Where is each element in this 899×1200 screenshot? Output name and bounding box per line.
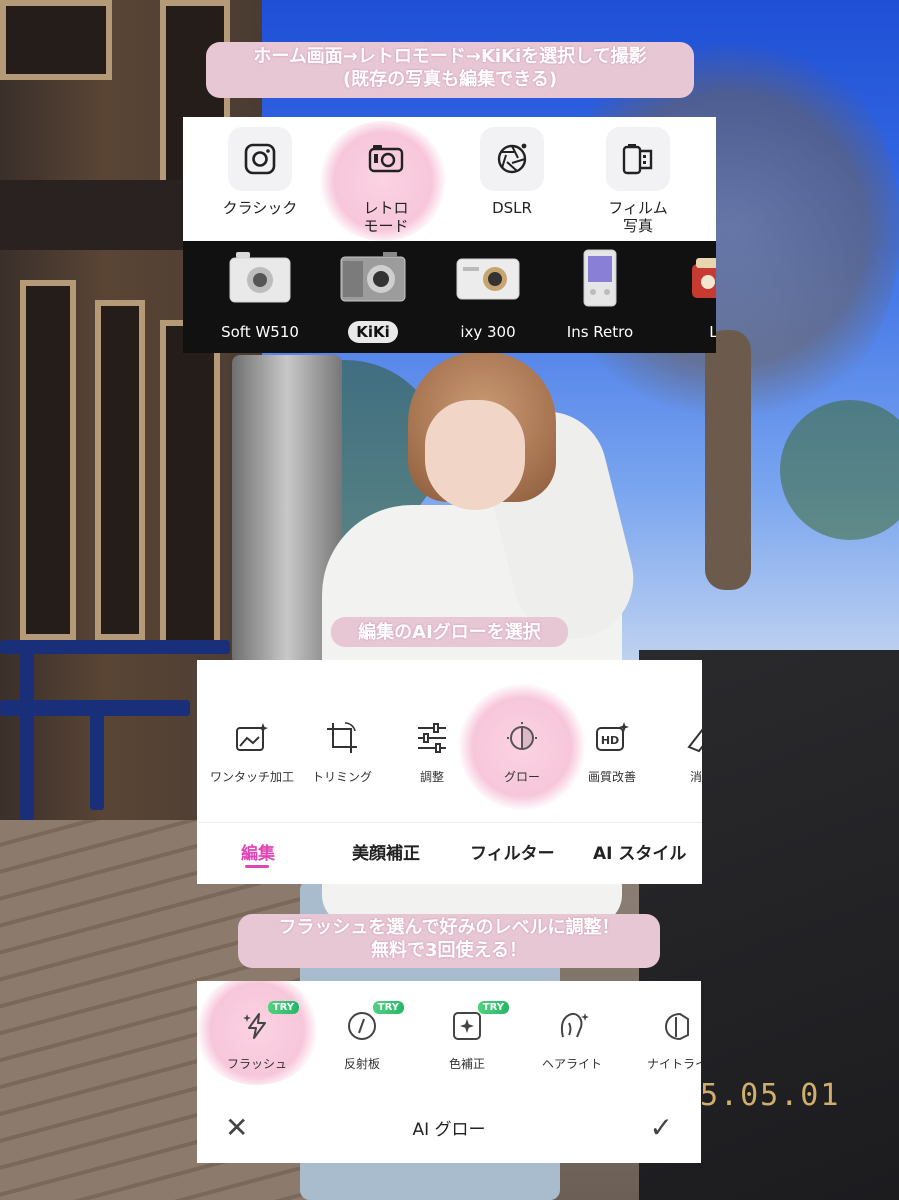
hd-icon: HD <box>596 722 629 751</box>
tool-label: 画質改善 <box>587 770 636 784</box>
hair-light-icon <box>560 1013 589 1038</box>
svg-text:HD: HD <box>601 734 619 747</box>
caption-top-line1: ホーム画面→レトロモード→KiKiを選択して撮影 <box>253 46 647 67</box>
magic-image-icon <box>236 723 268 751</box>
caption-bottom: フラッシュを選んで好みのレベルに調整！ 無料で3回使える！ <box>238 914 660 968</box>
instant-camera-icon <box>583 249 617 307</box>
camera-label: ixy 300 <box>460 323 516 341</box>
caption-top-line2: (既存の写真も編集できる) <box>342 69 558 91</box>
camera-icon <box>244 143 276 175</box>
caption-bottom-line2: 無料で3回使える！ <box>371 940 527 962</box>
tool-label: ワンタッチ加工 <box>209 770 294 784</box>
eraser-icon <box>687 728 702 753</box>
mode-label: クラシック <box>222 199 298 217</box>
camera-kiki[interactable]: KiKi <box>318 249 428 343</box>
crop-rotate-icon <box>327 722 357 753</box>
tool-erase[interactable]: 消し <box>657 720 702 785</box>
tool-label: 消し <box>689 770 702 784</box>
compact-camera-gray-icon <box>340 252 406 302</box>
mode-dslr[interactable]: DSLR <box>467 127 557 217</box>
try-badge: TRY <box>267 1001 299 1014</box>
tool-label: トリミング <box>311 770 372 784</box>
tab-edit[interactable]: 編集 <box>241 839 275 864</box>
glow-option-label: ナイトライ <box>646 1057 701 1071</box>
tab-ai-style[interactable]: AI スタイル <box>593 839 686 864</box>
color-correct-icon <box>453 1012 481 1040</box>
glow-option-label: フラッシュ <box>226 1057 287 1071</box>
ai-glow-title: AI グロー <box>412 1120 486 1140</box>
ai-glow-bottom-bar: ✕ AI グロー ✓ <box>197 1103 701 1163</box>
glow-icon <box>507 722 537 750</box>
tool-label: 調整 <box>419 770 444 784</box>
date-stamp: 5.05.01 <box>700 1078 841 1113</box>
compact-camera-white-icon <box>456 258 520 300</box>
tool-one-touch[interactable]: ワンタッチ加工 <box>207 720 297 785</box>
mode-label: DSLR <box>492 199 532 217</box>
aperture-icon <box>497 143 527 174</box>
active-tab-indicator <box>245 865 269 868</box>
tree-trunk <box>705 330 751 590</box>
caption-middle: 編集のAIグローを選択 <box>331 617 568 647</box>
glow-color-correct[interactable]: TRY 色補正 <box>417 1001 517 1072</box>
tab-filter[interactable]: フィルター <box>470 839 555 864</box>
glow-flash[interactable]: TRY フラッシュ <box>207 1001 307 1072</box>
camera-model-strip: Soft W510 KiKi ixy 300 Ins Retro L <box>183 241 716 353</box>
camera-ins-retro[interactable]: Ins Retro <box>545 249 655 343</box>
tab-beauty[interactable]: 美顔補正 <box>352 839 420 864</box>
bench <box>0 640 230 654</box>
night-light-icon <box>664 1012 689 1041</box>
camera-soft-w510[interactable]: Soft W510 <box>205 249 315 343</box>
retro-camera-icon <box>368 145 404 173</box>
reflector-icon <box>348 1012 376 1040</box>
tool-glow[interactable]: グロー <box>477 720 567 785</box>
glow-night-light[interactable]: ナイトライ <box>627 1003 701 1072</box>
mode-picker-panel: クラシック レトロ モード DSLR フィルム 写真 <box>183 117 716 241</box>
mode-film[interactable]: フィルム 写真 <box>593 127 683 235</box>
tool-quality[interactable]: HD 画質改善 <box>567 720 657 785</box>
glow-option-label: 反射板 <box>343 1057 380 1071</box>
mode-retro[interactable]: レトロ モード <box>341 127 431 235</box>
camera-label-selected: KiKi <box>348 321 398 343</box>
compact-camera-silver-icon <box>229 252 291 303</box>
camera-lu[interactable]: Lu <box>663 249 716 343</box>
camera-ixy-300[interactable]: ixy 300 <box>433 249 543 343</box>
film-icon <box>622 144 653 175</box>
checkmark-icon[interactable]: ✓ <box>650 1111 673 1144</box>
caption-bottom-line1: フラッシュを選んで好みのレベルに調整！ <box>278 917 620 938</box>
glow-option-label: ヘアライト <box>541 1057 602 1071</box>
edit-tools-panel: ワンタッチ加工 トリミング 調整 グロー HD 画質改善 消 編集 美顔補正 フ… <box>197 660 702 884</box>
flash-sparkle-icon <box>243 1013 266 1039</box>
red-camera-icon <box>692 258 716 298</box>
try-badge: TRY <box>477 1001 509 1014</box>
camera-label: Ins Retro <box>566 323 634 341</box>
mode-label: フィルム 写真 <box>608 199 668 235</box>
tool-trimming[interactable]: トリミング <box>297 720 387 785</box>
bench-leg <box>90 700 104 810</box>
tool-adjust[interactable]: 調整 <box>387 720 477 785</box>
glow-option-label: 色補正 <box>448 1057 485 1071</box>
mode-label: レトロ モード <box>363 199 409 235</box>
try-badge: TRY <box>372 1001 404 1014</box>
ai-glow-panel: TRY フラッシュ TRY 反射板 TRY 色補正 ヘアライト ナイトライ ✕ … <box>197 981 701 1163</box>
bench-seat <box>0 700 190 716</box>
tool-label: グロー <box>503 770 540 784</box>
glow-hair-light[interactable]: ヘアライト <box>522 1003 622 1072</box>
sliders-icon <box>418 723 446 753</box>
mode-classic[interactable]: クラシック <box>215 127 305 217</box>
bench-leg <box>20 650 34 820</box>
edit-tab-bar: 編集 美顔補正 フィルター AI スタイル <box>197 822 702 884</box>
camera-label: Lu <box>709 323 716 341</box>
glow-reflector[interactable]: TRY 反射板 <box>312 1001 412 1072</box>
camera-label: Soft W510 <box>221 323 299 341</box>
caption-top: ホーム画面→レトロモード→KiKiを選択して撮影 (既存の写真も編集できる) <box>206 42 694 98</box>
